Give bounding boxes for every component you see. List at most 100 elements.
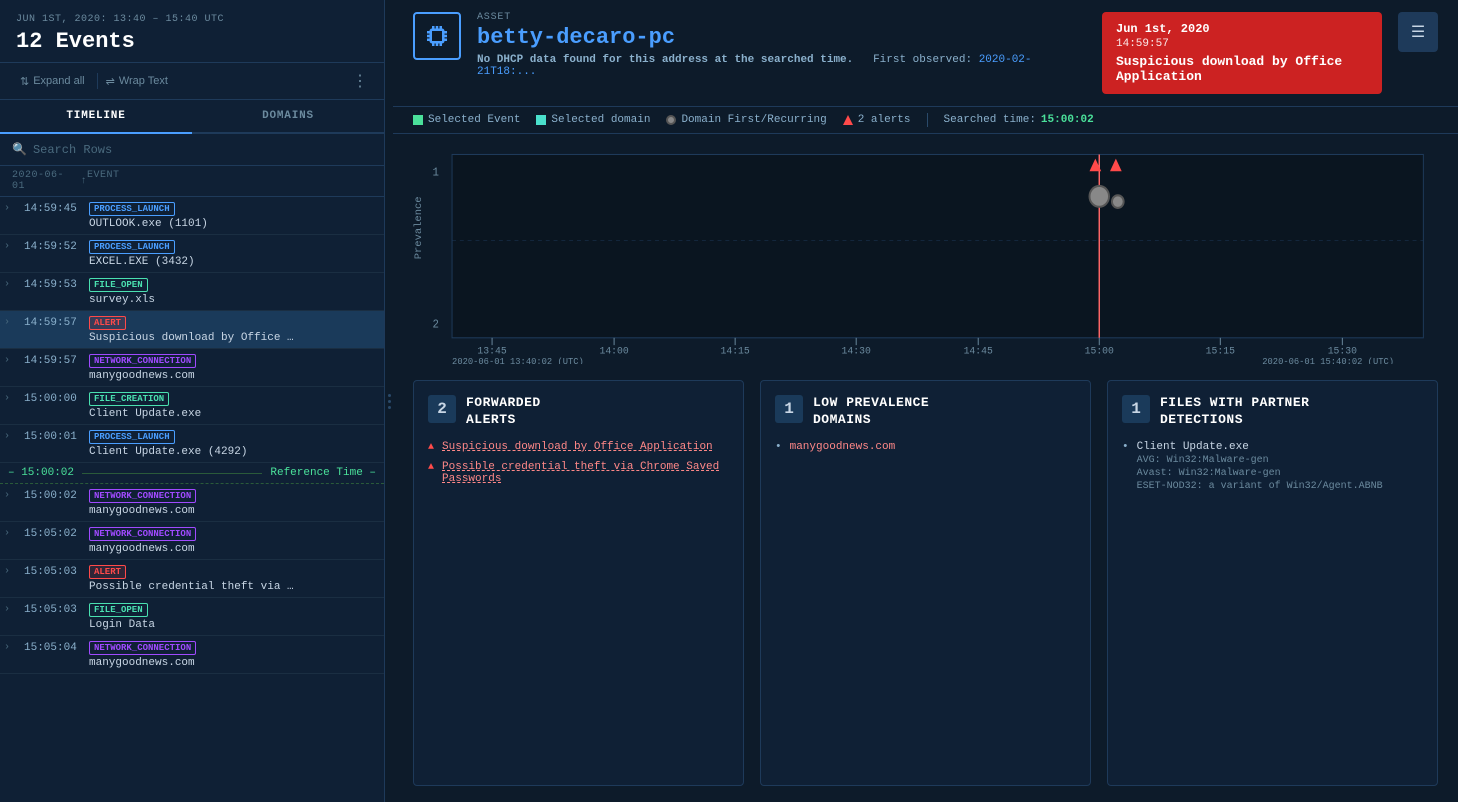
table-row[interactable]: › 14:59:52 PROCESS_LAUNCH EXCEL.EXE (343… bbox=[0, 235, 384, 273]
event-tag: ALERT bbox=[89, 316, 126, 330]
table-row[interactable]: › 15:00:00 FILE_CREATION Client Update.e… bbox=[0, 387, 384, 425]
drag-dot bbox=[388, 400, 391, 403]
alert-tooltip: Jun 1st, 2020 14:59:57 Suspicious downlo… bbox=[1102, 12, 1382, 94]
reference-time-row: – 15:00:02 Reference Time – bbox=[0, 463, 384, 484]
searched-time-value: 15:00:02 bbox=[1041, 114, 1094, 126]
events-list: › 14:59:45 PROCESS_LAUNCH OUTLOOK.exe (1… bbox=[0, 197, 384, 802]
expand-all-button[interactable]: ⇅ Expand all bbox=[16, 73, 89, 90]
event-tag: FILE_OPEN bbox=[89, 603, 148, 617]
event-content: FILE_OPEN Login Data bbox=[89, 602, 380, 631]
tab-domains[interactable]: DOMAINS bbox=[192, 100, 384, 134]
list-item: ▲ Suspicious download by Office Applicat… bbox=[428, 441, 729, 453]
domain-first-icon bbox=[666, 115, 676, 125]
alerts-icon bbox=[843, 115, 853, 125]
expand-all-label: Expand all bbox=[33, 75, 84, 87]
toolbar: ⇅ Expand all ⇌ Wrap Text ⋮ bbox=[0, 63, 384, 100]
event-name: Possible credential theft via … bbox=[89, 581, 380, 593]
tab-timeline[interactable]: TIMELINE bbox=[0, 100, 192, 134]
low-prevalence-panel: 1 LOW PREVALENCEDOMAINS • manygoodnews.c… bbox=[760, 380, 1091, 786]
event-name: Client Update.exe bbox=[89, 408, 380, 420]
chevron-right-icon: › bbox=[4, 602, 24, 615]
chart-area: 1 2 Prevalence 13:45 14:00 14:15 14:30 bbox=[393, 134, 1458, 364]
table-row[interactable]: › 15:05:04 NETWORK_CONNECTION manygoodne… bbox=[0, 636, 384, 674]
partner-detections-panel: 1 FILES WITH PARTNERDETECTIONS • Client … bbox=[1107, 380, 1438, 786]
asset-name[interactable]: betty-decaro-pc bbox=[477, 25, 1086, 50]
chevron-right-icon: › bbox=[4, 429, 24, 442]
drag-dot bbox=[388, 406, 391, 409]
event-name: manygoodnews.com bbox=[89, 505, 380, 517]
panels-row: 2 FORWARDEDALERTS ▲ Suspicious download … bbox=[393, 364, 1458, 802]
more-menu-button[interactable]: ⋮ bbox=[352, 71, 368, 91]
event-name: manygoodnews.com bbox=[89, 370, 380, 382]
table-row[interactable]: › 15:00:01 PROCESS_LAUNCH Client Update.… bbox=[0, 425, 384, 463]
panel-title: FILES WITH PARTNERDETECTIONS bbox=[1160, 395, 1309, 429]
event-time: 15:00:01 bbox=[24, 429, 89, 443]
bullet-icon: • bbox=[775, 441, 782, 453]
svg-text:15:15: 15:15 bbox=[1206, 346, 1235, 357]
detection-sub-text: AVG: Win32:Malware-gen bbox=[1137, 455, 1383, 466]
legend-bar: Selected Event Selected domain Domain Fi… bbox=[393, 107, 1458, 134]
event-content: FILE_CREATION Client Update.exe bbox=[89, 391, 380, 420]
panel-title: LOW PREVALENCEDOMAINS bbox=[813, 395, 929, 429]
svg-text:2: 2 bbox=[433, 319, 439, 331]
event-content: NETWORK_CONNECTION manygoodnews.com bbox=[89, 353, 380, 382]
ref-label: Reference Time – bbox=[270, 467, 376, 479]
event-time: 15:00:00 bbox=[24, 391, 89, 405]
panel-header: 1 LOW PREVALENCEDOMAINS bbox=[775, 395, 1076, 429]
event-content: NETWORK_CONNECTION manygoodnews.com bbox=[89, 526, 380, 555]
panel-number: 1 bbox=[1122, 395, 1150, 423]
svg-text:2020-06-01 13:40:02 (UTC): 2020-06-01 13:40:02 (UTC) bbox=[452, 356, 584, 364]
wrap-text-label: Wrap Text bbox=[119, 75, 168, 87]
chevron-right-icon: › bbox=[4, 488, 24, 501]
svg-text:Prevalence: Prevalence bbox=[413, 196, 425, 259]
legend-selected-domain: Selected domain bbox=[536, 114, 650, 126]
search-box: 🔍 bbox=[0, 134, 384, 166]
chip-icon bbox=[422, 21, 452, 51]
list-item: ▲ Possible credential theft via Chrome S… bbox=[428, 461, 729, 485]
panel-resize-handle[interactable] bbox=[385, 0, 393, 802]
alert-item-text: Possible credential theft via Chrome Sav… bbox=[442, 461, 729, 485]
legend-searched-time: Searched time: 15:00:02 bbox=[944, 114, 1094, 126]
event-time: 15:05:03 bbox=[24, 564, 89, 578]
table-row[interactable]: › 15:00:02 NETWORK_CONNECTION manygoodne… bbox=[0, 484, 384, 522]
event-time: 15:05:03 bbox=[24, 602, 89, 616]
wrap-text-button[interactable]: ⇌ Wrap Text bbox=[106, 75, 168, 88]
selected-domain-icon bbox=[536, 115, 546, 125]
right-header: ASSET betty-decaro-pc No DHCP data found… bbox=[393, 0, 1458, 107]
tooltip-date: Jun 1st, 2020 bbox=[1116, 22, 1368, 36]
table-row[interactable]: › 14:59:45 PROCESS_LAUNCH OUTLOOK.exe (1… bbox=[0, 197, 384, 235]
event-time: 14:59:57 bbox=[24, 315, 89, 329]
list-item: • Client Update.exe AVG: Win32:Malware-g… bbox=[1122, 441, 1423, 492]
table-row[interactable]: › 14:59:57 ALERT Suspicious download by … bbox=[0, 311, 384, 349]
table-row[interactable]: › 14:59:57 NETWORK_CONNECTION manygoodne… bbox=[0, 349, 384, 387]
dhcp-text: No DHCP data found for this address at t… bbox=[477, 54, 853, 66]
event-name: EXCEL.EXE (3432) bbox=[89, 256, 380, 268]
panel-number: 1 bbox=[775, 395, 803, 423]
asset-icon bbox=[413, 12, 461, 60]
panel-header: 1 FILES WITH PARTNERDETECTIONS bbox=[1122, 395, 1423, 429]
column-headers: 2020-06-01 ↑ EVENT bbox=[0, 166, 384, 197]
event-time: 14:59:57 bbox=[24, 353, 89, 367]
alert-item-text: Suspicious download by Office Applicatio… bbox=[442, 441, 713, 453]
svg-text:2020-06-01 15:40:02 (UTC): 2020-06-01 15:40:02 (UTC) bbox=[1262, 356, 1394, 364]
table-row[interactable]: › 14:59:53 FILE_OPEN survey.xls bbox=[0, 273, 384, 311]
drag-dot bbox=[388, 394, 391, 397]
event-name: OUTLOOK.exe (1101) bbox=[89, 218, 380, 230]
event-name: survey.xls bbox=[89, 294, 380, 306]
ref-line bbox=[82, 473, 262, 474]
event-time: 14:59:52 bbox=[24, 239, 89, 253]
wrap-icon: ⇌ bbox=[106, 75, 115, 88]
table-row[interactable]: › 15:05:02 NETWORK_CONNECTION manygoodne… bbox=[0, 522, 384, 560]
table-row[interactable]: › 15:05:03 FILE_OPEN Login Data bbox=[0, 598, 384, 636]
search-input[interactable] bbox=[33, 143, 372, 157]
detection-sub-text: Avast: Win32:Malware-gen bbox=[1137, 468, 1383, 479]
date-range: JUN 1ST, 2020: 13:40 – 15:40 UTC bbox=[16, 14, 368, 25]
chevron-right-icon: › bbox=[4, 353, 24, 366]
filter-button[interactable]: ☰ bbox=[1398, 12, 1438, 52]
table-row[interactable]: › 15:05:03 ALERT Possible credential the… bbox=[0, 560, 384, 598]
event-name: manygoodnews.com bbox=[89, 543, 380, 555]
event-content: PROCESS_LAUNCH Client Update.exe (4292) bbox=[89, 429, 380, 458]
domain-first-label: Domain First/Recurring bbox=[681, 114, 826, 126]
chevron-right-icon: › bbox=[4, 640, 24, 653]
event-content: ALERT Suspicious download by Office … bbox=[89, 315, 380, 344]
